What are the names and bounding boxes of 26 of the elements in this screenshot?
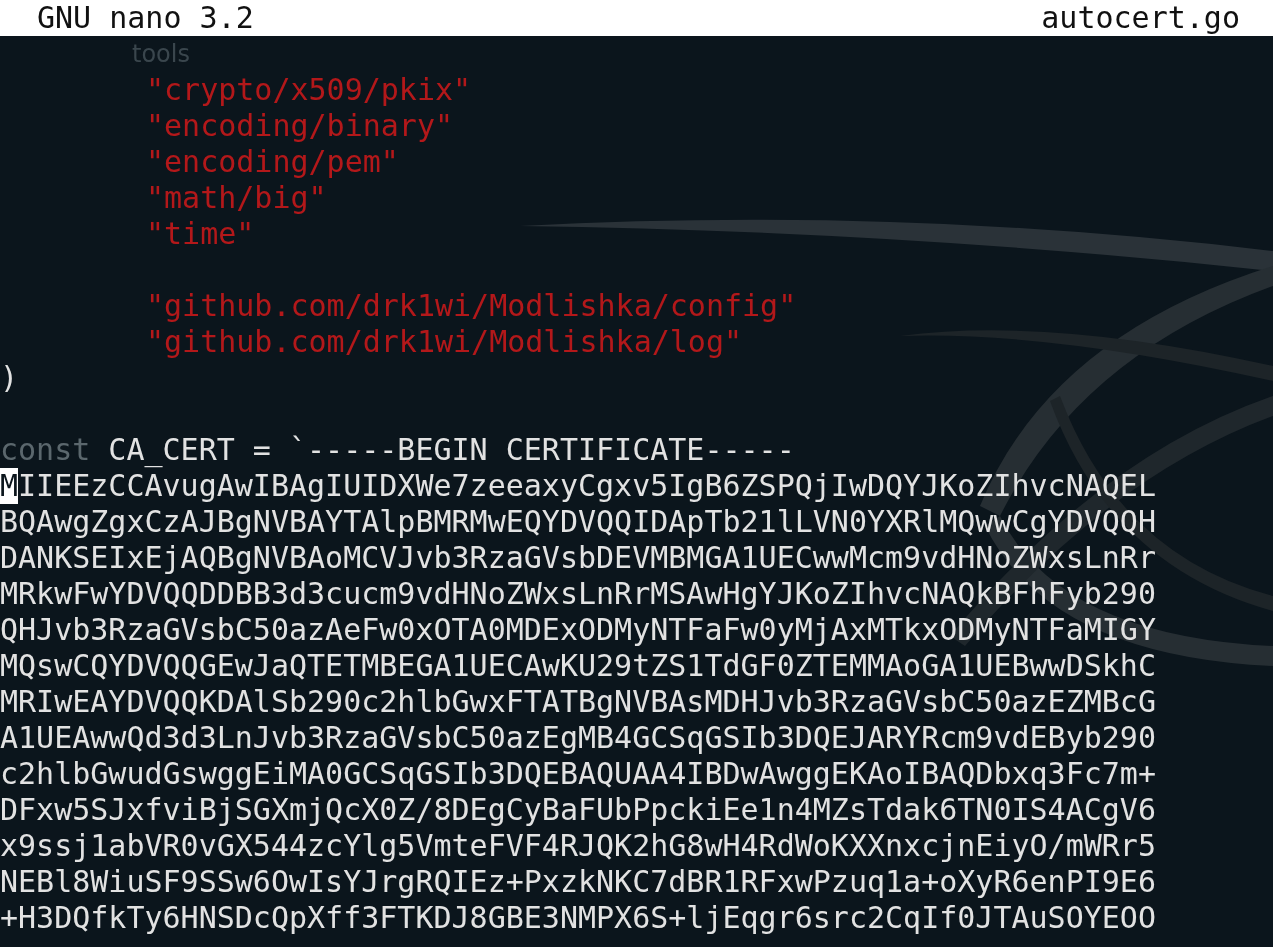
app-title: GNU nano 3.2 (37, 0, 254, 36)
code-text: A1UEAwwQd3d3LnJvb3RzaGVsbC50azEgMB4GCSqGSIb3DQEJARYRcm9vdEByb290 (0, 720, 1156, 756)
code-text: +H3DQfkTy6HNSDcQpXff3FTKDJ8GBE3NMPX6S+ljEqgr6src2CqIf0JTAuSOYEOO (0, 900, 1156, 936)
string-literal: "math/big" (146, 180, 327, 216)
code-text: NEBl8WiuSF9SSw6OwIsYJrgRQIEz+PxzkNKC7dBR1RFxwPzuq1a+oXyR6enPI9E6 (0, 864, 1156, 900)
string-literal: "time" (146, 216, 255, 252)
code-text: MQswCQYDVQQGEwJaQTETMBEGA1UECAwKU29tZS1TdGF0ZTEMMAoGA1UEBwwDSkhC (0, 648, 1156, 684)
code-text: c2hlbGwudGswggEiMA0GCSqGSIb3DQEBAQUAA4IBDwAwggEKAoIBAQDbxq3Fc7m+ (0, 756, 1156, 792)
string-literal: "encoding/binary" (146, 108, 454, 144)
code-text: MRIwEAYDVQQKDAlSb290c2hlbGwxFTATBgNVBAsMDHJvb3RzaGVsbC50azEZMBcG (0, 684, 1156, 720)
text-cursor: M (0, 468, 19, 504)
code-text: ) (0, 360, 19, 396)
code-text: BQAwgZgxCzAJBgNVBAYTAlpBMRMwEQYDVQQIDApTb21lLVN0YXRlMQwwCgYDVQQH (0, 504, 1156, 540)
string-literal: "crypto/x509/pkix" (146, 72, 472, 108)
code-text: MRkwFwYDVQQDDBB3d3cucm9vdHNoZWxsLnRrMSAwHgYJKoZIhvcNAQkBFhFyb290 (0, 576, 1156, 612)
code-text: QHJvb3RzaGVsbC50azAeFw0xOTA0MDExODMyNTFaFw0yMjAxMTkxODMyNTFaMIGY (0, 612, 1156, 648)
file-name: autocert.go (1041, 0, 1240, 36)
string-literal: "github.com/drk1wi/Modlishka/config" (146, 288, 797, 324)
code-text: CA_CERT = `-----BEGIN CERTIFICATE----- (107, 432, 795, 468)
string-literal: "encoding/pem" (146, 144, 399, 180)
code-text: IIEEzCCAvugAwIBAgIUIDXWe7zeeaxyCgxv5IgB6ZSPQjIwDQYJKoZIhvcNAQEL (18, 468, 1156, 504)
code-keyword: const (0, 432, 91, 468)
code-text: DANKSEIxEjAQBgNVBAoMCVJvb3RzaGVsbDEVMBMGA1UECwwMcm9vdHNoZWxsLnRr (0, 540, 1156, 576)
code-text: x9ssj1abVR0vGX544zcYlg5VmteFVF4RJQK2hG8wH4RdWoKXXnxcjnEiyO/mWRr5 (0, 828, 1156, 864)
string-literal: "github.com/drk1wi/Modlishka/log" (146, 324, 743, 360)
code-text: DFxw5SJxfviBjSGXmjQcX0Z/8DEgCyBaFUbPpckiEe1n4MZsTdak6TN0IS4ACgV6 (0, 792, 1156, 828)
